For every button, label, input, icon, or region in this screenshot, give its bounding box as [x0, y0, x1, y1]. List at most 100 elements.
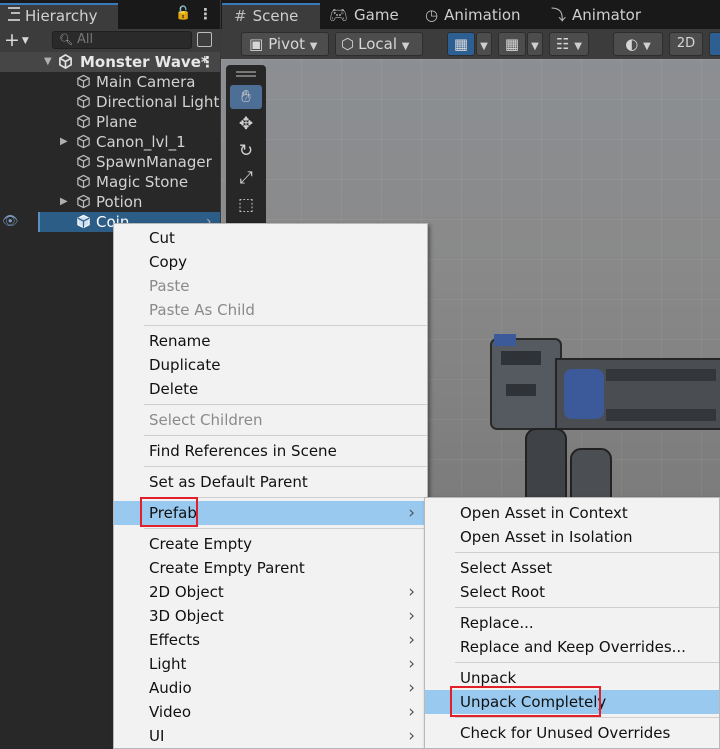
- local-dropdown[interactable]: ⬡ Local ▼: [335, 32, 423, 56]
- chevron-right-icon: ›: [408, 606, 415, 626]
- tab-hierarchy[interactable]: Hierarchy: [0, 3, 118, 29]
- palette-grip[interactable]: [236, 71, 256, 73]
- gamepad-icon: 🎮︎: [329, 6, 349, 24]
- menu-separator: [144, 404, 427, 405]
- prefab-submenu-item[interactable]: Check for Unused Overrides: [425, 721, 719, 745]
- gameobject-cube-icon: [77, 134, 90, 149]
- context-menu-item[interactable]: Create Empty Parent: [114, 556, 427, 580]
- move-tool-button[interactable]: ✥: [230, 112, 262, 136]
- visibility-eye-icon[interactable]: 👁︎: [2, 212, 19, 232]
- menu-separator: [455, 552, 719, 553]
- hierarchy-item[interactable]: ▶ Potion: [0, 192, 220, 212]
- tab-game[interactable]: 🎮︎ Game: [329, 3, 409, 29]
- more-options-icon[interactable]: ⋮: [198, 5, 213, 23]
- prefab-submenu-item[interactable]: Open Asset in Isolation: [425, 525, 719, 549]
- context-menu-item[interactable]: Delete: [114, 377, 427, 401]
- hierarchy-item[interactable]: SpawnManager: [0, 152, 220, 172]
- menu-separator: [455, 662, 719, 663]
- tab-animator[interactable]: ⤵ Animator: [551, 3, 661, 29]
- hierarchy-tab-bar: Hierarchy 🔓 ⋮: [0, 0, 220, 29]
- rect-tool-button[interactable]: ⬚: [230, 193, 262, 217]
- expand-arrow-icon[interactable]: ▶: [60, 192, 68, 212]
- menu-separator: [144, 528, 427, 529]
- chevron-down-icon: ▼: [643, 41, 651, 52]
- context-menu-item[interactable]: UI ›: [114, 724, 427, 748]
- grid-visibility-button[interactable]: ▦: [447, 32, 475, 56]
- hierarchy-item[interactable]: Magic Stone: [0, 172, 220, 192]
- hierarchy-item-label: Magic Stone: [96, 173, 189, 191]
- grid-snapping-button[interactable]: ▦: [498, 32, 526, 56]
- context-menu-item[interactable]: Rename: [114, 329, 427, 353]
- gameobject-cube-icon: [77, 114, 90, 129]
- expand-arrow-icon[interactable]: ▶: [60, 132, 68, 152]
- hierarchy-item[interactable]: Plane: [0, 112, 220, 132]
- local-cube-icon: ⬡: [341, 35, 355, 53]
- chevron-down-icon: ▼: [21, 36, 29, 46]
- context-menu-item[interactable]: Audio ›: [114, 676, 427, 700]
- tab-scene-label: Scene: [252, 7, 299, 25]
- open-scene-view-icon[interactable]: [197, 32, 212, 47]
- lock-icon[interactable]: 🔓: [175, 5, 191, 23]
- menu-item-label: Copy: [149, 253, 188, 271]
- prefab-submenu-item[interactable]: Replace...: [425, 611, 719, 635]
- mode-2d-label: 2D: [676, 36, 696, 51]
- context-menu-item[interactable]: Video ›: [114, 700, 427, 724]
- context-menu-item[interactable]: Find References in Scene: [114, 439, 427, 463]
- hierarchy-item-label: Directional Light: [96, 93, 220, 111]
- clock-icon: ◷: [425, 6, 439, 24]
- tab-animation[interactable]: ◷ Animation: [425, 3, 535, 29]
- gameobject-cube-icon: [77, 214, 90, 229]
- menu-item-label: Open Asset in Isolation: [460, 528, 633, 546]
- chevron-down-icon: ▼: [574, 41, 582, 52]
- expand-arrow-icon[interactable]: ▼: [44, 52, 52, 72]
- context-menu-item[interactable]: Set as Default Parent: [114, 470, 427, 494]
- menu-item-label: Select Asset: [460, 559, 553, 577]
- add-object-button[interactable]: + ▼: [4, 30, 38, 51]
- tab-scene[interactable]: # Scene: [222, 3, 320, 29]
- snap-options-dropdown[interactable]: ▼: [527, 32, 543, 56]
- toggle-2d-button[interactable]: 2D: [669, 32, 703, 56]
- hierarchy-item[interactable]: Directional Light: [0, 92, 220, 112]
- rotate-tool-button[interactable]: ↻: [230, 139, 262, 163]
- menu-item-label: Create Empty Parent: [149, 559, 305, 577]
- increment-snap-button[interactable]: ☷ ▼: [549, 32, 589, 56]
- list-icon: [8, 7, 20, 21]
- chevron-right-icon: ›: [408, 726, 415, 746]
- prefab-submenu-item[interactable]: Select Asset: [425, 556, 719, 580]
- search-placeholder: All: [76, 32, 94, 47]
- menu-item-label: Paste As Child: [149, 301, 255, 319]
- scene-root-row[interactable]: ▼ Monster Wave* ⋮: [0, 52, 220, 72]
- context-menu-item[interactable]: 2D Object ›: [114, 580, 427, 604]
- scale-tool-button[interactable]: ⤢: [230, 166, 262, 190]
- grid-options-dropdown[interactable]: ▼: [476, 32, 492, 56]
- lighting-toggle-button[interactable]: [709, 32, 720, 56]
- context-menu-item[interactable]: Duplicate: [114, 353, 427, 377]
- hierarchy-tab-label: Hierarchy: [25, 7, 98, 25]
- context-menu-item[interactable]: Cut: [114, 226, 427, 250]
- hierarchy-item[interactable]: ▶ Canon_lvl_1: [0, 132, 220, 152]
- prefab-submenu-item[interactable]: Select Root: [425, 580, 719, 604]
- scene-more-icon[interactable]: ⋮: [200, 52, 215, 72]
- prefab-submenu-item[interactable]: Replace and Keep Overrides...: [425, 635, 719, 659]
- context-menu-item[interactable]: Copy: [114, 250, 427, 274]
- hierarchy-item-label: Canon_lvl_1: [96, 133, 186, 151]
- tool-palette: ✋︎ ✥ ↻ ⤢ ⬚ ◉: [226, 65, 266, 235]
- context-menu: Cut Copy Paste Paste As Child Rename Duplicat…: [113, 223, 428, 749]
- draw-mode-dropdown[interactable]: ◐ ▼: [613, 32, 663, 56]
- pivot-dropdown[interactable]: ▣ Pivot ▼: [241, 32, 329, 56]
- hierarchy-toolbar: + ▼ 🔍︎ All: [0, 29, 220, 53]
- context-menu-item[interactable]: Create Empty: [114, 532, 427, 556]
- unity-scene-icon: [59, 54, 72, 69]
- context-menu-item[interactable]: 3D Object ›: [114, 604, 427, 628]
- menu-separator: [455, 717, 719, 718]
- context-menu-item[interactable]: Effects ›: [114, 628, 427, 652]
- hand-tool-button[interactable]: ✋︎: [230, 85, 262, 109]
- context-menu-item[interactable]: Light ›: [114, 652, 427, 676]
- menu-item-label: Select Children: [149, 411, 263, 429]
- local-label: Local: [358, 35, 397, 53]
- menu-item-label: Delete: [149, 380, 199, 398]
- hierarchy-item[interactable]: Main Camera: [0, 72, 220, 92]
- menu-item-label: Replace and Keep Overrides...: [460, 638, 686, 656]
- hierarchy-search-input[interactable]: 🔍︎ All: [52, 31, 192, 49]
- prefab-submenu-item[interactable]: Open Asset in Context: [425, 501, 719, 525]
